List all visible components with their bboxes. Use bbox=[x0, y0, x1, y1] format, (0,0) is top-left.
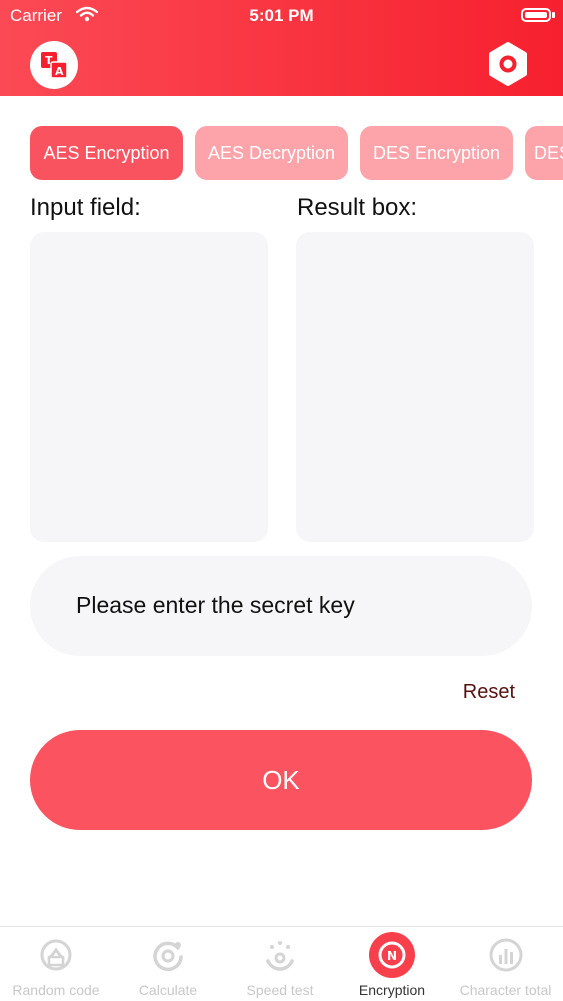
bottom-tab-speed-test[interactable]: Speed test bbox=[224, 927, 336, 1001]
encryption-mode-tabs: AES Encryption AES Decryption DES Encryp… bbox=[30, 126, 563, 180]
calculate-icon bbox=[153, 941, 183, 972]
result-box-label: Result box: bbox=[297, 194, 418, 221]
tab-aes-encryption[interactable]: AES Encryption bbox=[30, 126, 183, 180]
svg-text:N: N bbox=[387, 949, 397, 963]
bottom-tab-calculate[interactable]: Calculate bbox=[112, 927, 224, 1001]
bottom-tab-label: Speed test bbox=[246, 982, 314, 998]
svg-text:T: T bbox=[45, 54, 53, 67]
bottom-tab-bar: Random code Calculate Speed test N Encry… bbox=[0, 926, 563, 1001]
speed-test-icon bbox=[266, 941, 294, 971]
secret-key-placeholder: Please enter the secret key bbox=[76, 592, 355, 618]
random-code-icon bbox=[40, 939, 72, 971]
svg-text:A: A bbox=[55, 65, 64, 78]
bottom-tab-label: Random code bbox=[12, 982, 100, 998]
tab-des-decryption[interactable]: DES bbox=[525, 126, 563, 180]
secret-key-input[interactable]: Please enter the secret key bbox=[30, 556, 532, 656]
tab-des-encryption[interactable]: DES Encryption bbox=[360, 126, 513, 180]
bottom-tab-label: Encryption bbox=[358, 982, 426, 998]
tab-aes-decryption[interactable]: AES Decryption bbox=[195, 126, 348, 180]
settings-button[interactable] bbox=[484, 40, 532, 88]
input-field-label: Input field: bbox=[30, 194, 141, 221]
bottom-tab-label: Calculate bbox=[138, 982, 198, 998]
encryption-icon: N bbox=[369, 932, 415, 978]
header-bar: Carrier 5:01 PM T A bbox=[0, 0, 563, 96]
bottom-tab-character-total[interactable]: Character total bbox=[448, 927, 563, 1001]
status-bar: Carrier 5:01 PM bbox=[0, 0, 563, 32]
battery-icon bbox=[521, 8, 551, 22]
hexagon-settings-icon bbox=[489, 42, 527, 86]
character-total-icon bbox=[489, 938, 522, 972]
input-textarea[interactable] bbox=[30, 232, 268, 542]
bottom-tab-label: Character total bbox=[459, 982, 552, 998]
result-textarea[interactable] bbox=[296, 232, 534, 542]
translate-icon: T A bbox=[41, 52, 68, 79]
reset-button[interactable]: Reset bbox=[463, 681, 515, 704]
ok-button[interactable]: OK bbox=[30, 730, 532, 830]
bottom-tab-random-code[interactable]: Random code bbox=[0, 927, 112, 1001]
clock: 5:01 PM bbox=[249, 6, 314, 25]
battery-tip bbox=[552, 12, 555, 18]
bottom-tab-encryption[interactable]: N Encryption bbox=[336, 927, 448, 1001]
translate-button[interactable]: T A bbox=[30, 41, 78, 89]
